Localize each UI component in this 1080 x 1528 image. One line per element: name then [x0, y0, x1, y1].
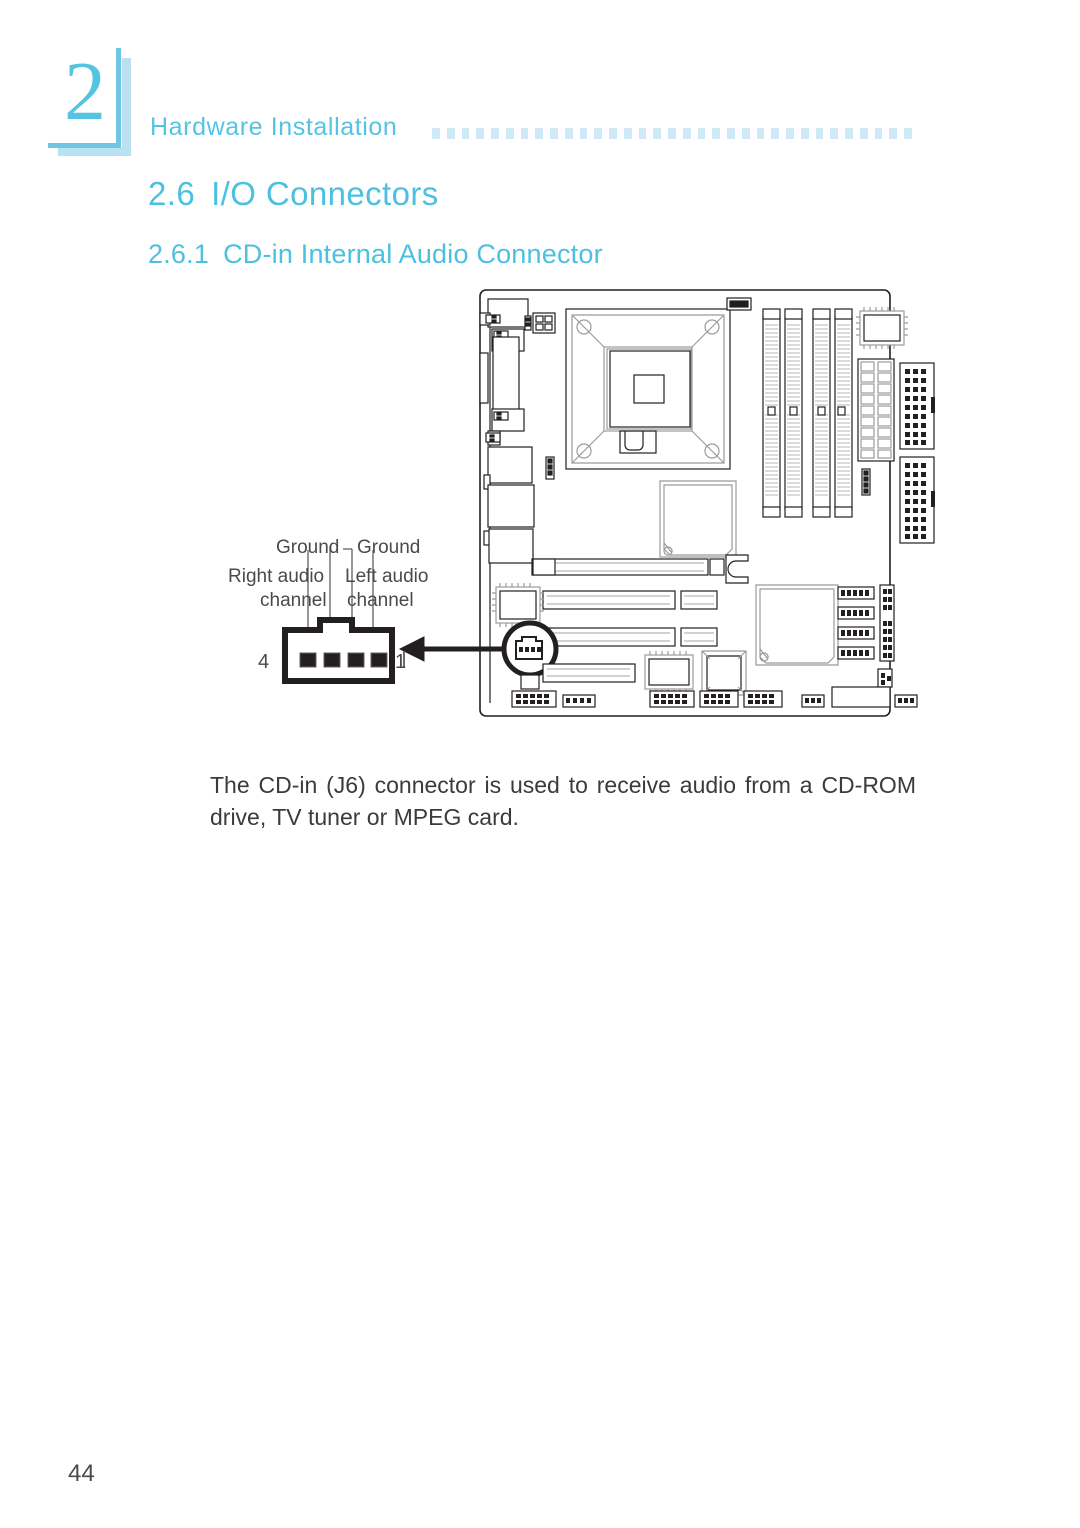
connector-pin-number-4: 4 [258, 651, 270, 673]
header-dot [520, 127, 529, 139]
header-dot [815, 127, 824, 139]
header-dot [579, 127, 588, 139]
header-dot [786, 127, 794, 139]
section-number: 2.6 [148, 175, 196, 212]
header-dot [535, 127, 543, 139]
page-number: 44 [68, 1460, 95, 1487]
section-heading: 2.6 I/O Connectors [148, 175, 439, 213]
header-dot [609, 127, 617, 139]
header-dot [564, 127, 573, 139]
header-dot [845, 127, 853, 139]
connector-pin-number-1: 1 [395, 651, 407, 673]
subsection-number: 2.6.1 [148, 239, 210, 269]
callout-label-ground-right: Ground [276, 537, 340, 558]
chapter-badge-shadow-horizontal [58, 147, 131, 156]
header-dot [668, 127, 676, 139]
header-dot [432, 127, 440, 139]
header-dot [638, 127, 647, 139]
header-dot [771, 127, 779, 139]
header-dot [623, 127, 632, 139]
callout-label-ground-left: Ground [357, 537, 421, 558]
subsection-title: CD-in Internal Audio Connector [223, 239, 603, 269]
header-dot-rule [432, 126, 912, 140]
body-paragraph: The CD-in (J6) connector is used to rece… [210, 772, 916, 830]
chapter-header: 2 Hardware Installation [0, 0, 1080, 170]
header-dot [889, 127, 897, 139]
callout-label-left-audio-channel: channel [347, 590, 414, 611]
header-dot [476, 127, 484, 139]
header-dot [874, 127, 883, 139]
header-dot [727, 127, 735, 139]
header-dot [712, 127, 720, 139]
header-dot [741, 127, 750, 139]
chapter-badge-shadow-vertical [122, 58, 131, 156]
header-dot [446, 127, 455, 139]
header-dot [491, 127, 499, 139]
header-dot [682, 127, 691, 139]
chapter-badge-rule-vertical [116, 48, 121, 148]
callout-label-left-audio: Left audio [345, 566, 429, 587]
callout-label-right-audio-channel: channel [260, 590, 327, 611]
subsection-heading: 2.6.1 CD-in Internal Audio Connector [148, 239, 603, 270]
header-dot [904, 127, 912, 139]
header-dot [697, 127, 706, 139]
figure-motherboard-diagram [0, 285, 1080, 725]
header-dot [594, 127, 602, 139]
chapter-badge: 2 [48, 45, 134, 156]
callout-label-right-audio: Right audio [228, 566, 325, 587]
chapter-number: 2 [64, 45, 106, 138]
header-dot [756, 127, 765, 139]
header-dot [550, 127, 558, 139]
header-dot [653, 127, 661, 139]
header-dot [461, 127, 470, 139]
section-title: I/O Connectors [211, 175, 439, 212]
chapter-title: Hardware Installation [150, 113, 398, 141]
header-dot [830, 127, 838, 139]
header-dot [859, 127, 868, 139]
header-dot [505, 127, 514, 139]
header-dot [800, 127, 809, 139]
